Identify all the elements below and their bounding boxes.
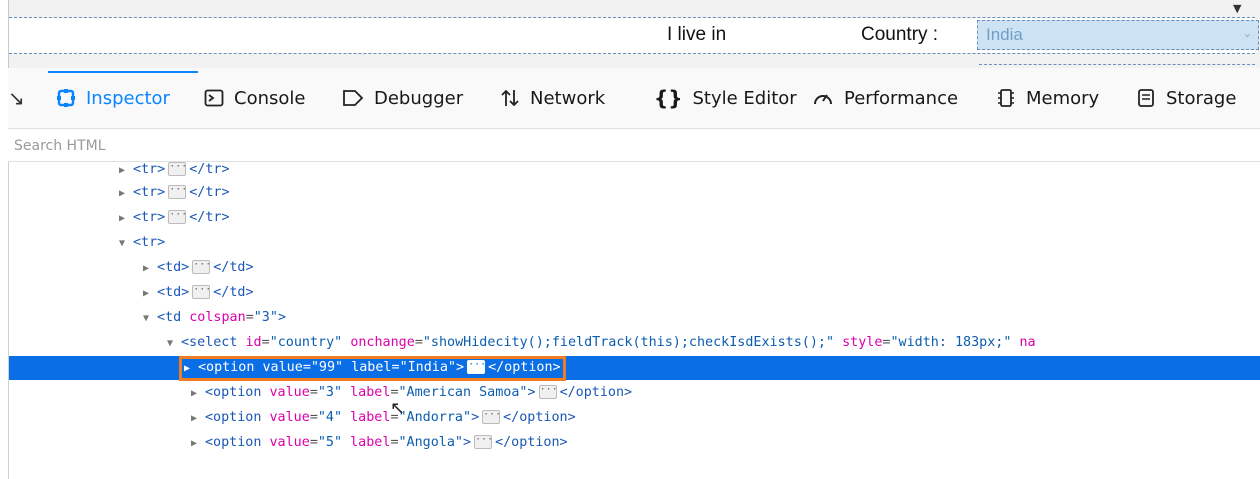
tab-storage-label: Storage (1166, 87, 1237, 109)
expand-arrow-icon[interactable]: ▶ (143, 257, 157, 281)
tree-node[interactable]: ▶ <td> ··· </td> (9, 256, 1260, 280)
markup-tree: ▶ <tr> ··· </tr> ▶ <tr> ··· </tr> ▶ <tr> ··· </tr… (8, 162, 1260, 479)
tab-debugger-label: Debugger (374, 87, 464, 109)
expand-arrow-icon[interactable]: ▶ (119, 207, 133, 231)
country-select-value: India (986, 25, 1023, 44)
expand-arrow-icon[interactable]: ▶ (191, 382, 205, 406)
memory-icon (996, 88, 1016, 108)
ellipsis-icon[interactable]: ··· (168, 162, 187, 176)
expand-arrow-icon[interactable]: ▶ (191, 432, 205, 456)
debugger-icon (342, 88, 364, 108)
ellipsis-icon[interactable]: ··· (192, 285, 211, 299)
tab-network[interactable]: Network (500, 68, 605, 128)
search-bar (8, 129, 1260, 162)
tree-node[interactable]: ▶ <tr> ··· </tr> (9, 162, 1260, 182)
pick-element-icon: ↘ (8, 86, 25, 110)
tab-console[interactable]: Console (204, 68, 305, 128)
ellipsis-icon[interactable]: ··· (538, 385, 558, 399)
tab-inspector-label: Inspector (86, 87, 170, 109)
expand-arrow-icon[interactable]: ▶ (184, 360, 198, 378)
expand-arrow-icon[interactable]: ▶ (191, 407, 205, 431)
performance-icon (812, 88, 834, 108)
tab-inspector[interactable]: Inspector (48, 68, 198, 128)
tree-node[interactable]: ▶ <option value="4" label="Andorra"> ··· </… (9, 406, 1260, 430)
tab-performance[interactable]: Performance (812, 68, 958, 128)
chevron-down-icon: ⌄ (1242, 28, 1252, 40)
console-icon (204, 88, 224, 108)
ellipsis-icon[interactable]: ··· (467, 360, 486, 374)
select-outline (979, 64, 1255, 65)
tree-node[interactable]: ▼ <select id="country" onchange="showHide… (9, 331, 1260, 355)
ellipsis-icon[interactable]: ··· (168, 185, 187, 199)
devtools-toolbar: ↘ Inspector Console Debugger Network {} … (8, 68, 1260, 129)
tab-storage[interactable]: Storage (1136, 68, 1236, 128)
pick-element-button[interactable]: ↘ (8, 68, 28, 128)
collapse-arrow-icon[interactable]: ▼ (143, 307, 157, 331)
tree-node-selected[interactable]: ▶ <option value="99" label="India"> ··· </o… (9, 356, 1260, 381)
ellipsis-icon[interactable]: ··· (168, 210, 187, 224)
tab-console-label: Console (234, 87, 306, 109)
expand-arrow-icon[interactable]: ▶ (119, 162, 133, 183)
tab-style-editor[interactable]: {} Style Editor (654, 68, 797, 128)
live-in-label: I live in (667, 24, 727, 45)
collapse-arrow-icon[interactable]: ▼ (167, 332, 181, 356)
table-outline-top (9, 17, 1255, 18)
tree-node[interactable]: ▼ <tr> (9, 231, 1260, 255)
country-select[interactable]: India ⌄ (977, 20, 1259, 50)
tab-performance-label: Performance (844, 87, 959, 109)
tree-node[interactable]: ▶ <option value="5" label="Angola"> ··· </o… (9, 431, 1260, 455)
expand-arrow-icon[interactable]: ▶ (143, 282, 157, 306)
style-editor-icon: {} (654, 86, 683, 110)
expand-arrow-icon[interactable]: ▶ (119, 182, 133, 206)
tab-style-editor-label: Style Editor (692, 87, 797, 109)
tree-node[interactable]: ▼ <td colspan="3"> (9, 306, 1260, 330)
tab-debugger[interactable]: Debugger (342, 68, 463, 128)
tree-node[interactable]: ▶ <tr> ··· </tr> (9, 206, 1260, 230)
ellipsis-icon[interactable]: ··· (474, 435, 493, 449)
tree-node[interactable]: ▶ <td> ··· </td> (9, 281, 1260, 305)
tab-network-label: Network (530, 87, 606, 109)
tab-memory-label: Memory (1026, 87, 1100, 109)
ellipsis-icon[interactable]: ··· (192, 260, 211, 274)
tab-memory[interactable]: Memory (996, 68, 1099, 128)
country-label: Country : (861, 24, 939, 45)
tree-node[interactable]: ▶ <option value="3" label="American Samoa… (9, 381, 1260, 405)
highlight-box: ▶ <option value="99" label="India"> ··· </o… (179, 356, 566, 381)
page-preview: ▼ I live in Country : India ⌄ (8, 0, 1260, 68)
network-icon (500, 88, 520, 108)
tree-node[interactable]: ▶ <tr> ··· </tr> (9, 181, 1260, 205)
inspector-icon (56, 88, 76, 108)
search-html-input[interactable] (12, 133, 616, 159)
storage-icon (1136, 88, 1156, 108)
table-outline-bottom (9, 53, 1255, 54)
ellipsis-icon[interactable]: ··· (482, 410, 501, 424)
scroll-down-icon[interactable]: ▼ (1233, 2, 1241, 15)
mouse-cursor-icon: ↖ (390, 398, 406, 419)
collapse-arrow-icon[interactable]: ▼ (119, 232, 133, 256)
